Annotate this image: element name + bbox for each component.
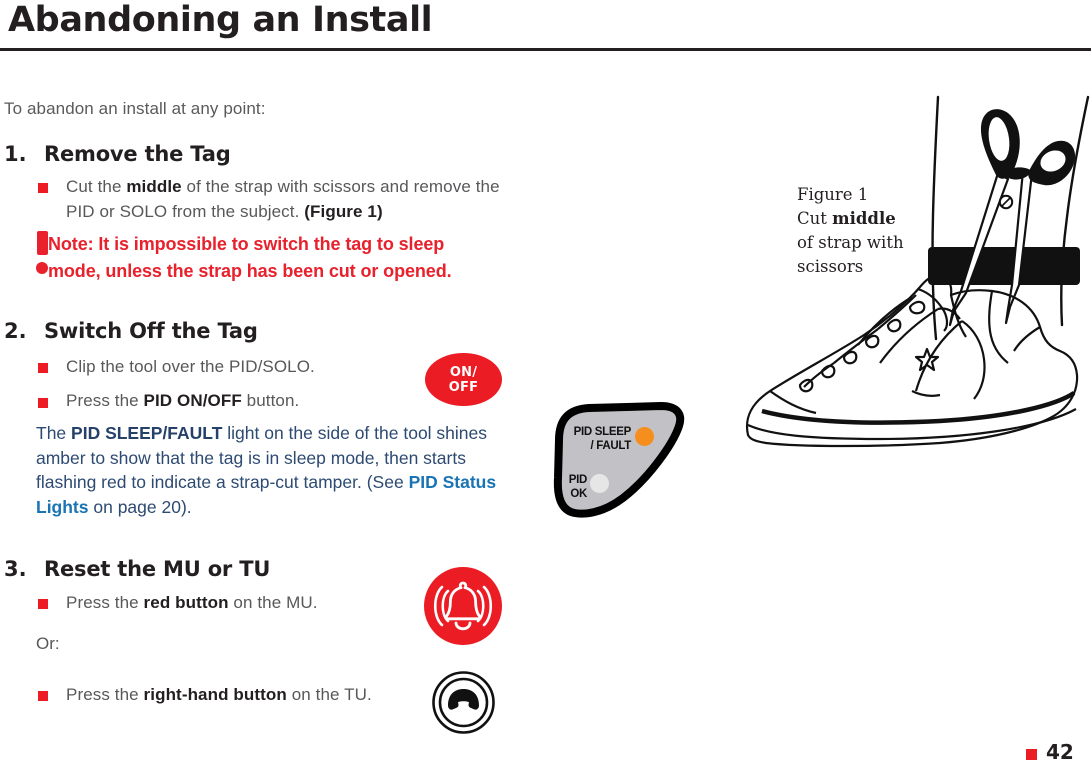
bullet-text-post: on the TU. xyxy=(286,685,372,704)
paragraph-segment-1: The xyxy=(36,423,72,443)
bullet-marker xyxy=(38,398,48,408)
bullet-marker xyxy=(38,691,48,701)
bullet-text-bold: right-hand button xyxy=(143,685,287,704)
tool-ok-label-line-2: OK xyxy=(570,487,587,500)
figure-caption-line-4: scissors xyxy=(797,257,864,276)
document-page: Abandoning an Install To abandon an inst… xyxy=(0,0,1091,765)
tool-sleep-fault-label: PID SLEEP / FAULT xyxy=(551,426,632,453)
bullet-text-pre: Press the xyxy=(66,391,144,410)
step-1-bullet-1: Cut the middle of the strap with scissor… xyxy=(66,174,526,224)
bullet-text-bold: red button xyxy=(143,593,229,612)
on-off-label-line-1: ON/ xyxy=(449,364,478,380)
step-2-number: 2. xyxy=(4,319,27,343)
step-3-bullet-1: Press the red button on the MU. xyxy=(66,590,416,615)
page-number: 42 xyxy=(1046,740,1074,764)
bullet-text-pre: Cut the xyxy=(66,177,127,196)
bullet-text-pre: Press the xyxy=(66,593,144,612)
bullet-text-bold: PID ON/OFF xyxy=(143,391,242,410)
step-2-bullet-1: Clip the tool over the PID/SOLO. xyxy=(66,354,416,379)
figure-caption-line-2: Cut middle xyxy=(797,207,937,231)
status-light-paragraph: The PID SLEEP/FAULT light on the side of… xyxy=(36,421,516,519)
tool-sleep-label-line-1: PID SLEEP xyxy=(573,426,632,438)
warning-note: Note: It is impossible to switch the tag… xyxy=(48,231,518,285)
paragraph-segment-3: on page 20). xyxy=(88,496,192,517)
bullet-text-post: on the MU. xyxy=(228,593,318,612)
exclamation-dot xyxy=(36,262,48,274)
strap-band xyxy=(928,247,1080,285)
bullet-text-pre: Clip the tool over the PID/SOLO. xyxy=(66,357,315,376)
sneaker xyxy=(745,274,1079,448)
figure-caption-line-3: of strap with xyxy=(797,233,904,252)
pid-tool-illustration: PID SLEEP / FAULT PID OK xyxy=(531,400,691,525)
title-divider xyxy=(0,48,1091,51)
step-2-bullet-2: Press the PID ON/OFF button. xyxy=(66,388,416,413)
pid-ok-led xyxy=(590,474,609,493)
intro-text: To abandon an install at any point: xyxy=(4,99,266,118)
step-3-bullet-2: Press the right-hand button on the TU. xyxy=(66,682,426,707)
figure-caption-line-1: Figure 1 xyxy=(797,185,869,204)
tool-ok-label-line-1: PID xyxy=(568,474,588,486)
step-2-heading: Switch Off the Tag xyxy=(44,319,258,343)
step-3-number: 3. xyxy=(4,557,27,581)
bullet-marker xyxy=(38,183,48,193)
figure-1-caption: Figure 1 Cut middle of strap with scisso… xyxy=(797,183,937,279)
step-3-heading: Reset the MU or TU xyxy=(44,557,271,581)
pid-on-off-button[interactable]: ON/ OFF xyxy=(425,353,502,406)
tool-body-shape xyxy=(553,402,685,518)
bullet-marker xyxy=(38,363,48,373)
step-1-number: 1. xyxy=(4,142,27,166)
or-label: Or: xyxy=(36,634,60,653)
scissors xyxy=(948,109,1076,327)
footer-marker xyxy=(1026,749,1037,760)
figure-caption-line-2-bold: middle xyxy=(832,209,896,228)
alarm-bell-icon[interactable] xyxy=(423,566,503,646)
on-off-label-line-2: OFF xyxy=(448,379,479,395)
pid-sleep-fault-term: PID SLEEP/FAULT xyxy=(71,423,223,443)
exclamation-bar xyxy=(37,231,48,255)
figure-caption-line-2-pre: Cut xyxy=(797,209,833,228)
figure-1-illustration xyxy=(740,95,1091,485)
warning-note-line-1: Note: It is impossible to switch the tag… xyxy=(48,234,445,254)
bullet-text-bold: middle xyxy=(126,177,182,196)
bullet-marker xyxy=(38,599,48,609)
step-1-heading: Remove the Tag xyxy=(44,142,231,166)
end-call-button-icon[interactable] xyxy=(431,670,496,735)
tool-ok-label: PID OK xyxy=(551,474,588,501)
warning-note-line-2: mode, unless the strap has been cut or o… xyxy=(48,261,452,281)
bullet-text-post: button. xyxy=(241,391,300,410)
sleep-fault-led xyxy=(635,427,654,446)
page-title: Abandoning an Install xyxy=(8,0,433,40)
tool-sleep-label-line-2: / FAULT xyxy=(590,439,632,452)
figure-reference: (Figure 1) xyxy=(304,202,383,221)
bullet-text-pre: Press the xyxy=(66,685,144,704)
